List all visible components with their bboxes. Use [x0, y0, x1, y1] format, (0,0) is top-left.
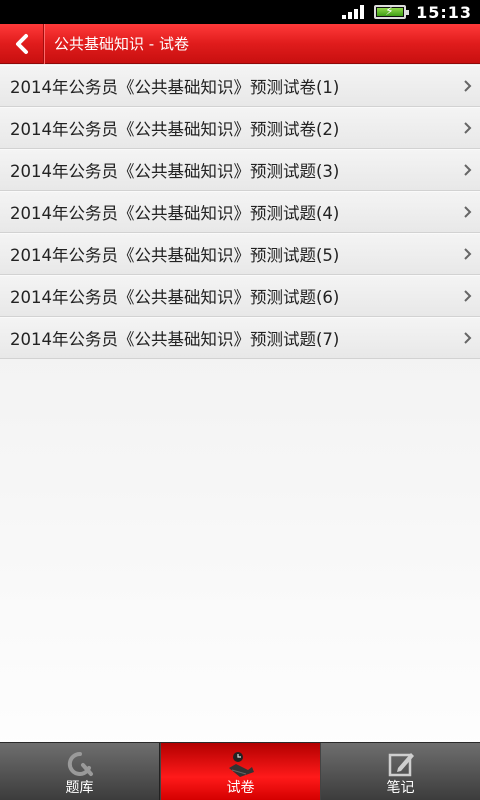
list-item[interactable]: 2014年公务员《公共基础知识》预测试卷(2)	[0, 107, 480, 149]
list-item-label: 2014年公务员《公共基础知识》预测试题(7)	[10, 330, 340, 349]
list-item-label: 2014年公务员《公共基础知识》预测试题(6)	[10, 288, 340, 307]
chevron-right-icon	[464, 164, 472, 176]
question-bank-icon	[67, 751, 93, 776]
list-item[interactable]: 2014年公务员《公共基础知识》预测试卷(1)	[0, 65, 480, 107]
list-item-label: 2014年公务员《公共基础知识》预测试题(4)	[10, 204, 340, 223]
status-time: 15:13	[416, 2, 472, 22]
battery-icon: ⚡	[374, 4, 410, 19]
back-arrow-icon	[15, 33, 28, 54]
list-item[interactable]: 2014年公务员《公共基础知识》预测试题(5)	[0, 233, 480, 275]
notes-icon	[388, 753, 414, 777]
list-item-label: 2014年公务员《公共基础知识》预测试卷(2)	[10, 120, 340, 139]
tab-label: 题库	[65, 780, 94, 796]
tab-question-bank[interactable]: 题库	[0, 743, 160, 800]
status-bar: ⚡ 15:13	[0, 0, 480, 24]
tab-notes[interactable]: 笔记	[321, 743, 480, 800]
chevron-right-icon	[464, 122, 472, 134]
list-item-label: 2014年公务员《公共基础知识》预测试卷(1)	[10, 78, 340, 97]
back-button[interactable]	[0, 23, 44, 64]
chevron-right-icon	[464, 206, 472, 218]
tab-exam-paper[interactable]: 试卷	[160, 743, 321, 800]
chevron-right-icon	[464, 332, 472, 344]
app-header: 公共基础知识 - 试卷	[0, 23, 480, 64]
list-item[interactable]: 2014年公务员《公共基础知识》预测试题(6)	[0, 275, 480, 317]
tab-label: 试卷	[226, 780, 255, 796]
chevron-right-icon	[464, 80, 472, 92]
list-item[interactable]: 2014年公务员《公共基础知识》预测试题(4)	[0, 191, 480, 233]
list-item-label: 2014年公务员《公共基础知识》预测试题(3)	[10, 162, 340, 181]
exam-paper-icon	[228, 752, 254, 777]
app-root: ⚡ 15:13 公共基础知识 - 试卷 2014年公务员《公共基础知识》预测试卷…	[0, 0, 480, 800]
tab-label: 笔记	[386, 780, 415, 796]
list-item[interactable]: 2014年公务员《公共基础知识》预测试题(7)	[0, 317, 480, 359]
bottom-tab-bar: 题库 试卷 笔记	[0, 742, 480, 800]
signal-icon	[340, 5, 365, 19]
chevron-right-icon	[464, 290, 472, 302]
page-title: 公共基础知识 - 试卷	[54, 35, 189, 53]
list-item[interactable]: 2014年公务员《公共基础知识》预测试题(3)	[0, 149, 480, 191]
exam-list: 2014年公务员《公共基础知识》预测试卷(1) 2014年公务员《公共基础知识》…	[0, 65, 480, 359]
chevron-right-icon	[464, 248, 472, 260]
list-item-label: 2014年公务员《公共基础知识》预测试题(5)	[10, 246, 340, 265]
